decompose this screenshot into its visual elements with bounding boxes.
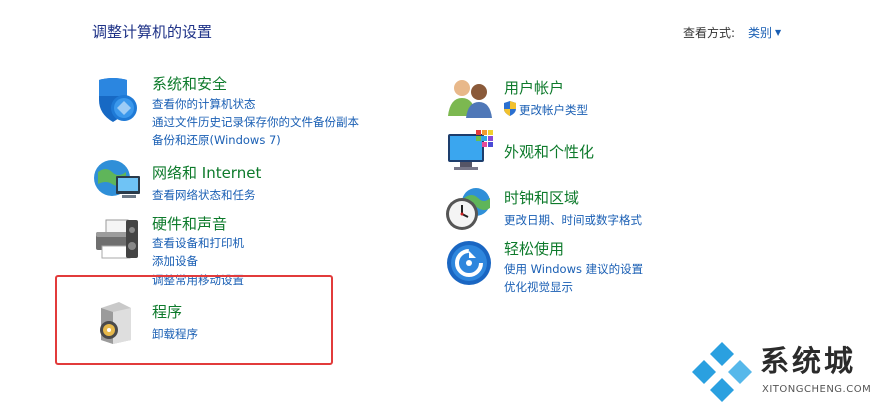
caret-down-icon: ▼ [775, 28, 782, 37]
link-view-network-status[interactable]: 查看网络状态和任务 [152, 187, 256, 203]
watermark-logo-icon [692, 342, 752, 402]
monitor-palette-icon [448, 130, 493, 170]
control-panel-window: 调整计算机的设置 查看方式: 类别 ▼ 系统和安全 查看你的计算机状态 通过文件历… [0, 0, 883, 411]
watermark-url: XITONGCHENG.COM [762, 384, 872, 395]
category-title-ease-of-access[interactable]: 轻松使用 [504, 238, 564, 259]
category-title-clock-region[interactable]: 时钟和区域 [504, 187, 579, 208]
link-view-devices-printers[interactable]: 查看设备和打印机 [152, 235, 244, 251]
view-by-dropdown[interactable]: 类别 ▼ [748, 24, 781, 41]
ease-of-access-icon [447, 241, 491, 285]
category-title-user-accounts[interactable]: 用户帐户 [504, 77, 564, 98]
highlight-box [55, 275, 333, 365]
link-change-date-time-format[interactable]: 更改日期、时间或数字格式 [504, 212, 642, 228]
network-globe-icon [94, 160, 140, 198]
printer-icon [96, 219, 138, 259]
category-title-system-security[interactable]: 系统和安全 [152, 73, 227, 94]
category-title-hardware[interactable]: 硬件和声音 [152, 213, 227, 234]
link-windows-recommended-settings[interactable]: 使用 Windows 建议的设置 [504, 261, 643, 277]
page-title: 调整计算机的设置 [92, 23, 213, 41]
view-by-value: 类别 [748, 26, 773, 40]
shield-icon [99, 78, 137, 122]
link-backup-restore[interactable]: 备份和还原(Windows 7) [152, 132, 281, 148]
clock-globe-icon [446, 188, 490, 230]
users-icon [448, 80, 492, 118]
uac-shield-icon [504, 101, 516, 116]
link-change-account-type[interactable]: 更改帐户类型 [519, 102, 588, 118]
link-view-computer-status[interactable]: 查看你的计算机状态 [152, 96, 256, 112]
link-optimize-visual-display[interactable]: 优化视觉显示 [504, 279, 573, 295]
link-add-device[interactable]: 添加设备 [152, 253, 198, 269]
watermark: 系统城 XITONGCHENG.COM [690, 336, 880, 404]
link-file-history-backup[interactable]: 通过文件历史记录保存你的文件备份副本 [152, 114, 359, 130]
view-by-label: 查看方式: [683, 26, 736, 40]
category-title-appearance[interactable]: 外观和个性化 [504, 141, 594, 162]
category-title-network[interactable]: 网络和 Internet [152, 162, 261, 183]
watermark-text: 系统城 [760, 344, 857, 378]
